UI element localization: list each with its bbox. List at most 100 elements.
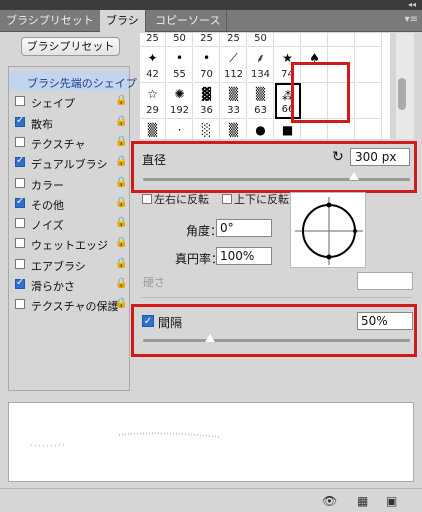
diameter-input[interactable]: 300 px [350,148,410,166]
brush-tip[interactable] [356,119,382,139]
brush-tip[interactable] [275,33,301,47]
option-checkbox[interactable] [15,177,25,188]
lock-icon[interactable]: 🔒 [115,95,127,107]
spacing-checkbox[interactable]: ✓ [142,315,154,327]
brush-tip[interactable]: •50 [167,33,193,47]
flip-x-checkbox[interactable] [142,194,152,204]
option-row[interactable]: ウェットエッジ 🔒 [9,233,129,253]
brush-tip[interactable]: ▒63 [248,83,274,119]
option-checkbox[interactable] [15,258,25,269]
flip-row: 左右に反転 上下に反転 [142,191,289,207]
option-checkbox[interactable] [15,96,25,107]
brush-tip[interactable]: ▒ 33 [221,83,247,119]
brush-tip[interactable] [356,47,382,83]
brush-tip[interactable]: ✺ 192 [167,83,193,119]
lock-icon[interactable]: 🔒 [115,217,127,229]
tab-brush-presets[interactable]: ブラシプリセット [0,10,101,32]
brush-tip[interactable]: •50 [248,33,274,47]
brush-tip[interactable]: ·11 [167,119,193,139]
option-row[interactable]: シェイプ 🔒 [9,91,129,111]
option-checkbox[interactable] [15,196,25,208]
option-checkbox[interactable] [15,218,25,229]
eye-brush-icon[interactable]: 👁 [322,494,337,508]
spacing-label: 間隔 [158,316,183,330]
brush-tip[interactable] [356,33,382,47]
brush-tip[interactable]: ⟋ 112 [221,47,247,83]
spacing-input[interactable]: 50% [357,312,413,330]
spacing-slider[interactable] [143,339,410,342]
brush-tip[interactable]: • 55 [167,47,193,83]
option-label: 滑らかさ [31,280,75,293]
brush-tip[interactable]: • 70 [194,47,220,83]
lock-icon[interactable]: 🔒 [115,298,127,310]
lock-icon[interactable]: 🔒 [115,136,127,148]
brush-tip[interactable]: ░48 [194,119,220,139]
brush-tip[interactable]: ▒32 [221,119,247,139]
option-row[interactable]: テクスチャ 🔒 [9,132,129,152]
diameter-label: 直径 [142,153,167,167]
brush-tip[interactable] [356,83,382,119]
reset-size-icon[interactable]: ↻ [332,150,344,164]
brush-tip-glyph: ▒ [228,87,239,101]
option-row[interactable]: 散布 🔒 [9,112,129,132]
hardness-input[interactable] [357,272,413,290]
option-checkbox[interactable] [15,299,25,310]
brush-tip[interactable] [302,33,328,47]
lock-icon[interactable]: 🔒 [115,237,127,249]
brush-tip-grid[interactable]: •25•50•25•25•50✦42•55•70⟋112⸙134★74♠☆29✺… [140,33,390,139]
brush-tip[interactable]: ●55 [248,119,274,139]
option-row[interactable]: エアブラシ 🔒 [9,254,129,274]
option-row[interactable]: ノイズ 🔒 [9,213,129,233]
brush-tip[interactable]: •25 [140,33,166,47]
collapse-icon[interactable]: ◂◂ [408,0,416,10]
option-row[interactable]: カラー 🔒 [9,173,129,193]
grid-scrollbar-thumb[interactable] [398,78,406,110]
option-checkbox[interactable] [15,238,25,249]
lock-icon[interactable]: 🔒 [115,197,127,209]
brush-tip-size: 134 [250,69,271,80]
brush-tip-size: 33 [227,105,240,116]
panel-menu-icon[interactable]: ▾≡ [405,14,418,25]
brush-tip[interactable]: ☆ 29 [140,83,166,119]
tab-brush[interactable]: ブラシ [100,10,146,32]
hardness-slider [141,297,412,298]
lock-icon[interactable]: 🔒 [115,116,127,128]
tab-clone-source[interactable]: コピーソース [149,10,228,32]
option-checkbox[interactable] [15,277,25,289]
lock-icon[interactable]: 🔒 [115,278,127,290]
option-checkbox[interactable] [15,115,25,127]
option-checkbox[interactable] [15,136,25,147]
option-row[interactable]: デュアルブラシ 🔒 [9,152,129,172]
flip-y-checkbox[interactable] [222,194,232,204]
lock-icon[interactable]: 🔒 [115,258,127,270]
brush-tip-glyph: ✦ [147,51,158,65]
diameter-slider-thumb[interactable] [348,172,359,180]
brush-tip[interactable]: •25 [221,33,247,47]
brush-tip-size: 192 [169,105,190,116]
grid-icon[interactable]: ▦ [357,494,368,508]
diameter-slider[interactable] [143,178,410,181]
brush-tip-size: 36 [200,105,213,116]
angle-input[interactable]: 0° [216,219,272,237]
new-preset-icon[interactable]: ▣ [386,494,397,508]
flip-x-label: 左右に反転 [154,193,209,206]
brush-tip-glyph: • [175,51,184,65]
lock-icon[interactable]: 🔒 [115,156,127,168]
option-row[interactable]: その他 🔒 [9,193,129,213]
option-row[interactable]: テクスチャの保護 🔒 [9,294,129,314]
roundness-input[interactable]: 100% [216,247,272,265]
lock-icon[interactable]: 🔒 [115,177,127,189]
option-row[interactable]: 滑らかさ 🔒 [9,274,129,294]
spacing-slider-thumb[interactable] [204,334,215,342]
angle-roundness-preview[interactable] [290,192,366,268]
brush-tip[interactable]: •25 [194,33,220,47]
brush-tip-size: 42 [146,69,159,80]
option-row[interactable]: ブラシ先端のシェイプ [9,71,137,91]
brush-tip[interactable]: ✦ 42 [140,47,166,83]
brush-tip[interactable] [329,33,355,47]
brush-tip[interactable]: ⸙ 134 [248,47,274,83]
brush-tip[interactable]: ▓ 36 [194,83,220,119]
brush-presets-button[interactable]: ブラシプリセット [21,37,120,56]
brush-tip[interactable]: ▒63 [140,119,166,139]
option-checkbox[interactable] [15,155,25,168]
